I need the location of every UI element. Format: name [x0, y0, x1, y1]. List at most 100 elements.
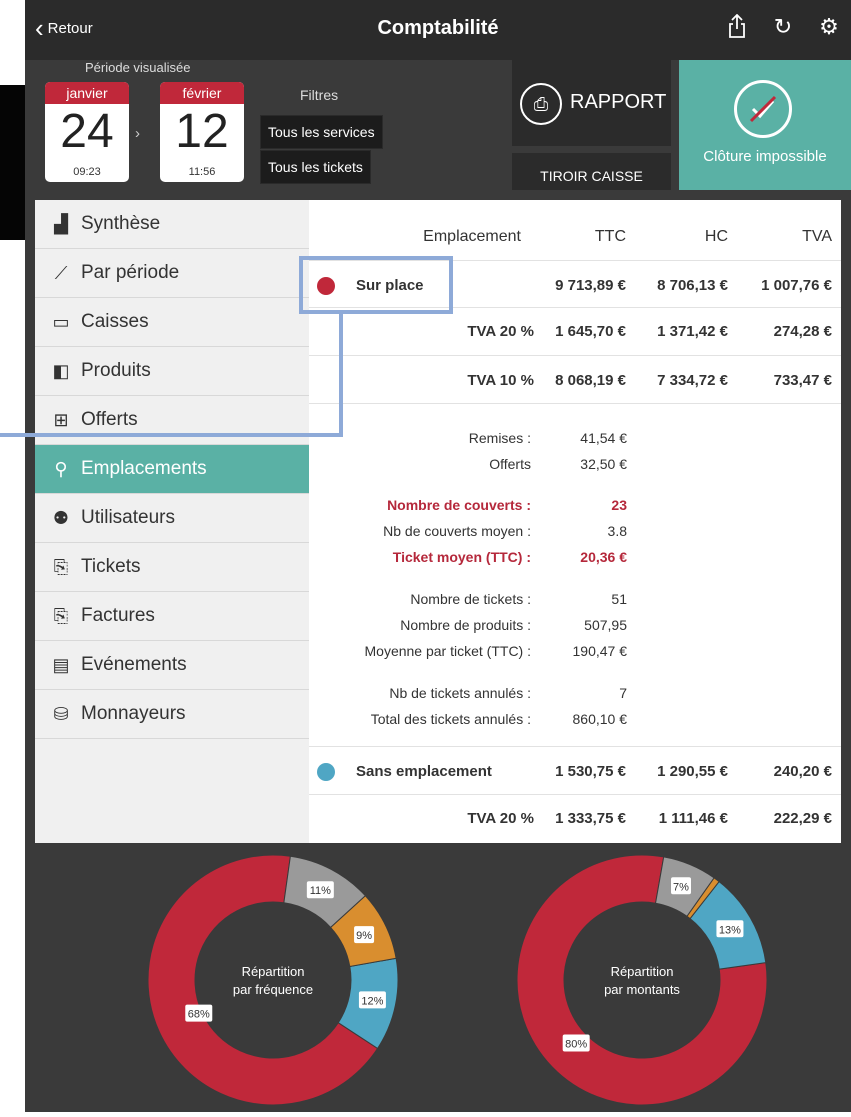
- line-chart-icon: ⟋: [54, 262, 68, 283]
- sidebar-item-label: Caisses: [81, 311, 149, 332]
- sidebar-item-caisses[interactable]: ▭ Caisses: [35, 298, 309, 347]
- end-month: février: [160, 82, 244, 104]
- stat-value: 7: [619, 685, 627, 701]
- stat-label: Ticket moyen (TTC) :: [392, 549, 531, 565]
- slice-label: 13%: [719, 924, 741, 936]
- start-month: janvier: [45, 82, 129, 104]
- print-icon: ⎙: [520, 83, 562, 125]
- slice-label: 12%: [361, 995, 383, 1007]
- events-icon: ▤: [52, 654, 70, 675]
- stat-value: 190,47 €: [572, 643, 628, 659]
- ttc-value: 1 645,70 €: [555, 323, 626, 340]
- hc-value: 1 290,55 €: [657, 763, 728, 780]
- stat-label: Nombre de tickets :: [410, 591, 531, 607]
- sidebar-item-monnayeurs[interactable]: ⛁ Monnayeurs: [35, 690, 309, 739]
- stat-label: Nombre de couverts :: [387, 497, 531, 513]
- register-icon: ▭: [52, 311, 70, 332]
- divider: [309, 794, 841, 795]
- refresh-icon[interactable]: ↻: [771, 14, 795, 44]
- sidebar-item-label: Tickets: [81, 556, 141, 577]
- filter-services-button[interactable]: Tous les services: [260, 115, 383, 149]
- sidebar-item-label: Par période: [81, 262, 180, 283]
- chart-title-line2: par fréquence: [233, 982, 313, 997]
- stat-label: Nb de tickets annulés :: [389, 685, 531, 701]
- stat-label: Nb de couverts moyen :: [383, 523, 531, 539]
- sidebar-item-label: Monnayeurs: [81, 703, 186, 724]
- chart-title-line1: Répartition: [242, 964, 305, 979]
- col-header-emplacement: Emplacement: [423, 228, 521, 245]
- tva-value: 1 007,76 €: [761, 277, 832, 294]
- filters-label: Filtres: [300, 87, 339, 103]
- gear-icon[interactable]: ⚙: [817, 14, 841, 44]
- sidebar-item-offerts[interactable]: ⊞ Offerts: [35, 396, 309, 445]
- col-header-tva: TVA: [802, 228, 832, 245]
- stat-label: Moyenne par ticket (TTC) :: [364, 643, 532, 659]
- closing-disabled-icon: [734, 80, 792, 138]
- sidebar-item-tickets[interactable]: ⎘ Tickets: [35, 543, 309, 592]
- location-pin-icon: ⚲: [54, 458, 68, 479]
- ttc-value: 1 530,75 €: [555, 763, 626, 780]
- start-time: 09:23: [73, 166, 101, 178]
- coin-changer-icon: ⛁: [53, 703, 69, 724]
- top-bar: ‹ Retour Comptabilité ↻ ⚙: [25, 0, 851, 60]
- slice-label: 7%: [673, 881, 689, 893]
- slice-label: 11%: [310, 885, 331, 897]
- end-day: 12: [175, 105, 229, 158]
- app-window: ‹ Retour Comptabilité ↻ ⚙ Période visual…: [25, 0, 851, 1112]
- sidebar-item-label: Emplacements: [81, 458, 207, 479]
- sidebar-item-emplacements[interactable]: ⚲ Emplacements: [35, 445, 309, 494]
- invoice-icon: ⎘: [53, 605, 69, 626]
- col-header-ttc: TTC: [594, 228, 626, 245]
- hc-value: 1 371,42 €: [657, 323, 728, 340]
- tva-value: 274,28 €: [773, 323, 832, 340]
- report-button[interactable]: ⎙ RAPPORT: [512, 60, 671, 146]
- amount-donut-chart: Répartition par montants 7% 13% 80%: [516, 854, 768, 1106]
- tva-rate-label: TVA 20 %: [467, 810, 534, 827]
- sidebar-item-synthese[interactable]: ▟ Synthèse: [35, 200, 309, 249]
- slice-label: 9%: [356, 930, 372, 942]
- stat-value: 41,54 €: [580, 430, 627, 446]
- end-time: 11:56: [188, 166, 216, 178]
- col-header-hc: HC: [704, 228, 728, 245]
- sidebar-item-label: Evénements: [81, 654, 187, 675]
- divider: [309, 403, 841, 404]
- ttc-value: 1 333,75 €: [555, 810, 626, 827]
- start-day: 24: [60, 105, 114, 158]
- stat-value: 23: [611, 497, 627, 513]
- closing-button[interactable]: Clôture impossible: [679, 60, 851, 190]
- sidebar-item-par-periode[interactable]: ⟋ Par période: [35, 249, 309, 298]
- charts-area: Répartition par fréquence 11% 9% 12% 68% Ré…: [25, 843, 851, 1112]
- slice-label: 80%: [565, 1039, 587, 1051]
- start-date-picker[interactable]: janvier 24 09:23: [45, 82, 129, 182]
- sidebar-item-factures[interactable]: ⎘ Factures: [35, 592, 309, 641]
- sidebar-item-label: Produits: [81, 360, 151, 381]
- period-header: Période visualisée janvier 24 09:23 › fé…: [25, 60, 851, 190]
- sidebar-item-label: Utilisateurs: [81, 507, 175, 528]
- callout-line: [0, 433, 343, 437]
- closing-label: Clôture impossible: [703, 148, 827, 165]
- stat-value: 32,50 €: [580, 456, 627, 472]
- share-icon[interactable]: [725, 13, 749, 44]
- stat-value: 860,10 €: [572, 711, 628, 727]
- callout-highlight-box: [299, 256, 453, 314]
- ttc-value: 8 068,19 €: [555, 372, 626, 389]
- cash-drawer-button[interactable]: TIROIR CAISSE: [512, 153, 671, 190]
- end-date-picker[interactable]: février 12 11:56: [160, 82, 244, 182]
- location-color-dot: [317, 763, 335, 781]
- donut-charts: Répartition par fréquence 11% 9% 12% 68% Ré…: [147, 854, 768, 1106]
- stat-value: 3.8: [607, 523, 627, 539]
- location-name: Sans emplacement: [356, 763, 492, 780]
- divider: [309, 355, 841, 356]
- sidebar-item-evenements[interactable]: ▤ Evénements: [35, 641, 309, 690]
- sidebar-item-produits[interactable]: ◧ Produits: [35, 347, 309, 396]
- filter-tickets-button[interactable]: Tous les tickets: [260, 150, 371, 184]
- chart-title-line2: par montants: [604, 982, 680, 997]
- gift-icon: ⊞: [53, 409, 69, 430]
- range-arrow: ›: [135, 125, 140, 142]
- chart-title-line1: Répartition: [611, 964, 674, 979]
- stat-value: 51: [611, 591, 627, 607]
- stat-label: Nombre de produits :: [400, 617, 531, 633]
- tva-value: 222,29 €: [773, 810, 832, 827]
- sidebar-item-label: Synthèse: [81, 213, 161, 234]
- sidebar-item-utilisateurs[interactable]: ⚉ Utilisateurs: [35, 494, 309, 543]
